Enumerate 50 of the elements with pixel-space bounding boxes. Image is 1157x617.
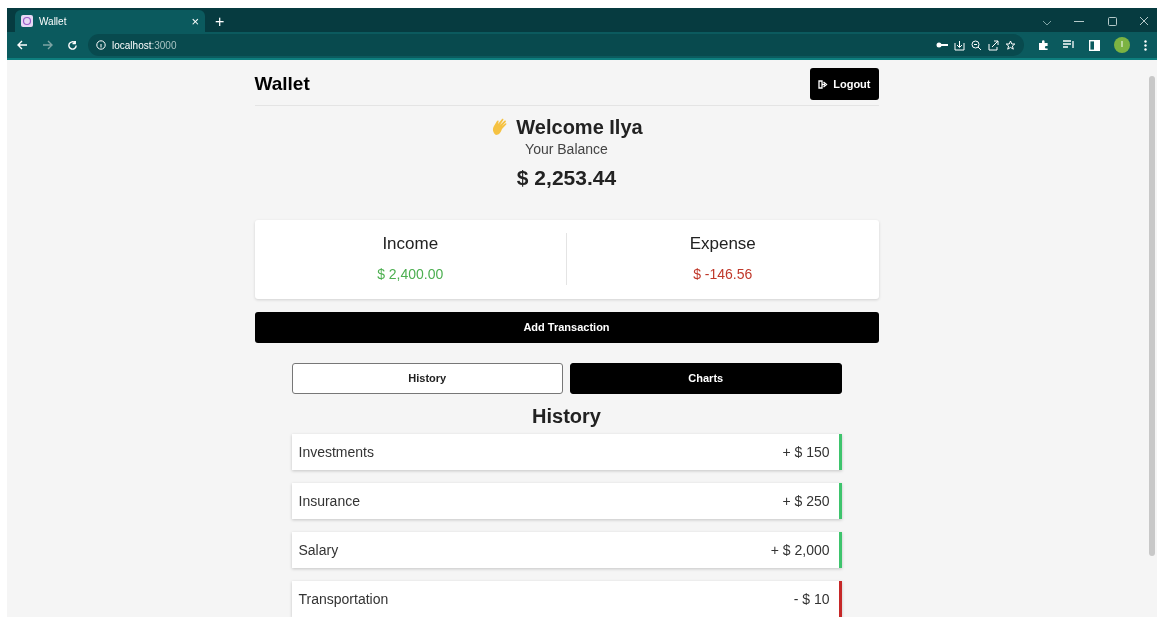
browser-tab[interactable]: Wallet × xyxy=(15,10,205,32)
key-icon[interactable] xyxy=(936,41,948,49)
logout-icon xyxy=(818,79,829,89)
summary-amount: $ 2,400.00 xyxy=(377,267,444,282)
transaction-row[interactable]: Salary + $ 2,000 xyxy=(291,532,842,568)
install-icon[interactable] xyxy=(954,39,965,51)
summary-label: Income xyxy=(382,235,439,253)
transaction-amount: + $ 2,000 xyxy=(770,540,830,560)
summary-amount: $ -146.56 xyxy=(693,267,753,282)
transaction-row[interactable]: Transportation - $ 10 xyxy=(291,581,842,617)
transaction-row[interactable]: Insurance + $ 250 xyxy=(291,483,842,519)
view-tab[interactable]: History xyxy=(291,363,563,394)
summary-label: Expense xyxy=(689,235,756,253)
side-panel-icon[interactable] xyxy=(1089,39,1100,51)
media-icon[interactable] xyxy=(1063,40,1075,50)
restore-icon[interactable] xyxy=(1108,17,1117,26)
balance-label: Your Balance xyxy=(525,142,608,156)
transaction-amount: + $ 150 xyxy=(782,442,830,462)
transaction-name: Investments xyxy=(298,442,374,462)
tab-title: Wallet xyxy=(39,14,68,29)
zoom-icon[interactable] xyxy=(971,39,982,51)
add-transaction-button[interactable]: Add Transaction xyxy=(254,312,879,343)
chevron-down-icon[interactable] xyxy=(1042,20,1052,26)
transaction-name: Insurance xyxy=(298,491,360,511)
star-icon[interactable] xyxy=(1005,39,1016,51)
transaction-name: Salary xyxy=(298,540,339,560)
url-text: localhost:3000 xyxy=(112,38,177,53)
app-icon xyxy=(21,15,33,27)
logout-button[interactable]: Logout xyxy=(810,68,879,100)
reload-icon[interactable] xyxy=(67,39,78,51)
menu-icon[interactable] xyxy=(1144,39,1147,51)
close-icon[interactable] xyxy=(1139,16,1149,26)
minimize-icon[interactable] xyxy=(1074,21,1084,23)
puzzle-icon[interactable] xyxy=(1038,39,1049,51)
forward-icon[interactable] xyxy=(42,40,53,50)
info-icon xyxy=(96,40,106,50)
balance-amount: $ 2,253.44 xyxy=(516,165,617,191)
section-heading: History xyxy=(532,406,601,426)
transaction-row[interactable]: Investments + $ 150 xyxy=(291,434,842,470)
view-tab[interactable]: Charts xyxy=(570,363,842,394)
transaction-name: Transportation xyxy=(298,589,389,609)
back-icon[interactable] xyxy=(17,40,28,50)
new-tab-button[interactable]: + xyxy=(215,14,225,30)
close-tab-button[interactable]: × xyxy=(191,14,199,28)
transaction-amount: - $ 10 xyxy=(793,589,830,609)
address-bar[interactable]: localhost:3000 xyxy=(88,34,1024,56)
transaction-amount: + $ 250 xyxy=(782,491,830,511)
share-icon[interactable] xyxy=(988,39,999,51)
app-title: Wallet xyxy=(254,71,310,96)
welcome-heading: Welcome Ilya xyxy=(516,115,643,140)
